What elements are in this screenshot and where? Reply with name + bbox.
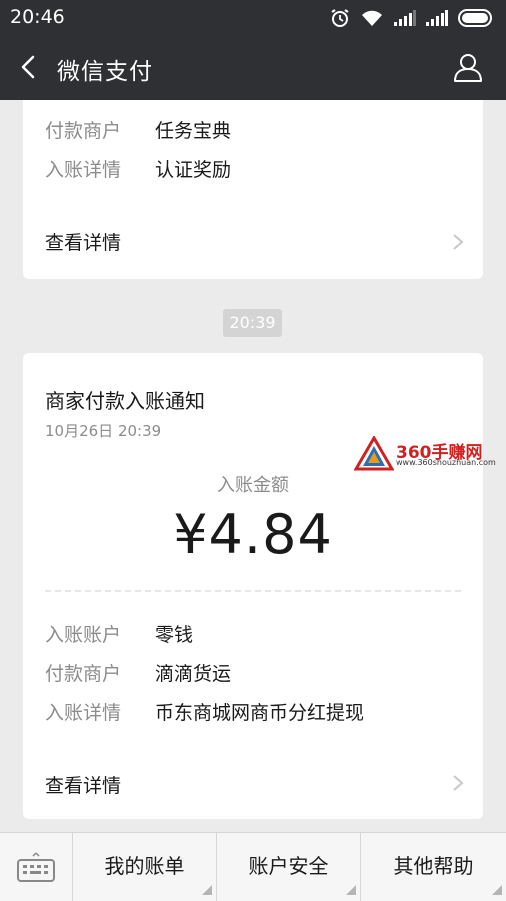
row-value: 币东商城网商币分红提现 xyxy=(155,702,365,724)
menu-label: 账户安全 xyxy=(248,854,329,878)
wifi-icon xyxy=(360,9,384,27)
notification-card: 付款商户 任务宝典 入账详情 认证奖励 查看详情 xyxy=(23,100,483,279)
alarm-icon xyxy=(330,8,350,28)
row-value: 任务宝典 xyxy=(155,120,232,142)
submenu-indicator-icon xyxy=(202,885,212,895)
submenu-indicator-icon xyxy=(492,885,502,895)
row-value: 认证奖励 xyxy=(155,159,232,181)
menu-label: 我的账单 xyxy=(104,854,185,878)
amount-label: 入账金额 xyxy=(217,475,289,496)
notification-card: 商家付款入账通知 10月26日 20:39 入账金额 ¥4.84 入账账户 零钱… xyxy=(23,353,483,819)
signal-icon xyxy=(394,10,416,26)
timestamp-badge: 20:39 xyxy=(223,309,282,337)
view-details-link[interactable]: 查看详情 xyxy=(45,771,121,798)
status-icons xyxy=(330,8,496,28)
submenu-indicator-icon xyxy=(346,885,356,895)
keyboard-icon xyxy=(17,852,55,882)
nav-bar: 微信支付 xyxy=(0,34,506,100)
row-value: 滴滴货运 xyxy=(155,663,232,685)
profile-icon[interactable] xyxy=(452,51,484,83)
battery-icon xyxy=(458,9,496,27)
row-label: 付款商户 xyxy=(45,663,122,685)
status-bar: 20:46 xyxy=(0,0,506,34)
row-label: 入账账户 xyxy=(45,624,122,646)
info-row: 入账详情 币东商城网商币分红提现 xyxy=(45,698,364,725)
menu-label: 其他帮助 xyxy=(393,854,474,878)
card-date: 10月26日 20:39 xyxy=(45,422,162,440)
signal-icon-2 xyxy=(426,10,448,26)
menu-my-bills[interactable]: 我的账单 xyxy=(73,833,217,901)
row-label: 入账详情 xyxy=(45,159,122,181)
divider xyxy=(45,590,461,592)
watermark: 360手赚网 www.360shouzhuan.com xyxy=(353,435,504,472)
row-label: 入账详情 xyxy=(45,702,122,724)
info-row: 付款商户 滴滴货运 xyxy=(45,659,231,686)
bottom-menu-bar: 我的账单 账户安全 其他帮助 xyxy=(0,832,506,901)
card-title: 商家付款入账通知 xyxy=(45,389,205,413)
view-details-link[interactable]: 查看详情 xyxy=(45,228,121,255)
status-time: 20:46 xyxy=(10,6,65,28)
back-icon[interactable] xyxy=(14,52,44,82)
row-label: 付款商户 xyxy=(45,120,122,142)
menu-account-security[interactable]: 账户安全 xyxy=(217,833,361,901)
menu-other-help[interactable]: 其他帮助 xyxy=(361,833,506,901)
info-row: 付款商户 任务宝典 xyxy=(45,116,231,143)
info-row: 入账账户 零钱 xyxy=(45,620,193,647)
info-row: 入账详情 认证奖励 xyxy=(45,155,231,182)
watermark-url: www.360shouzhuan.com xyxy=(396,458,496,467)
nav-title: 微信支付 xyxy=(57,59,153,85)
message-list[interactable]: 付款商户 任务宝典 入账详情 认证奖励 查看详情 20:39 商家付款入账通知 … xyxy=(0,100,506,832)
amount-value: ¥4.84 xyxy=(173,503,333,566)
chevron-right-icon xyxy=(451,773,465,793)
chevron-right-icon xyxy=(451,232,465,252)
watermark-logo-icon xyxy=(353,435,395,472)
keyboard-toggle[interactable] xyxy=(0,833,73,901)
row-value: 零钱 xyxy=(155,624,194,646)
